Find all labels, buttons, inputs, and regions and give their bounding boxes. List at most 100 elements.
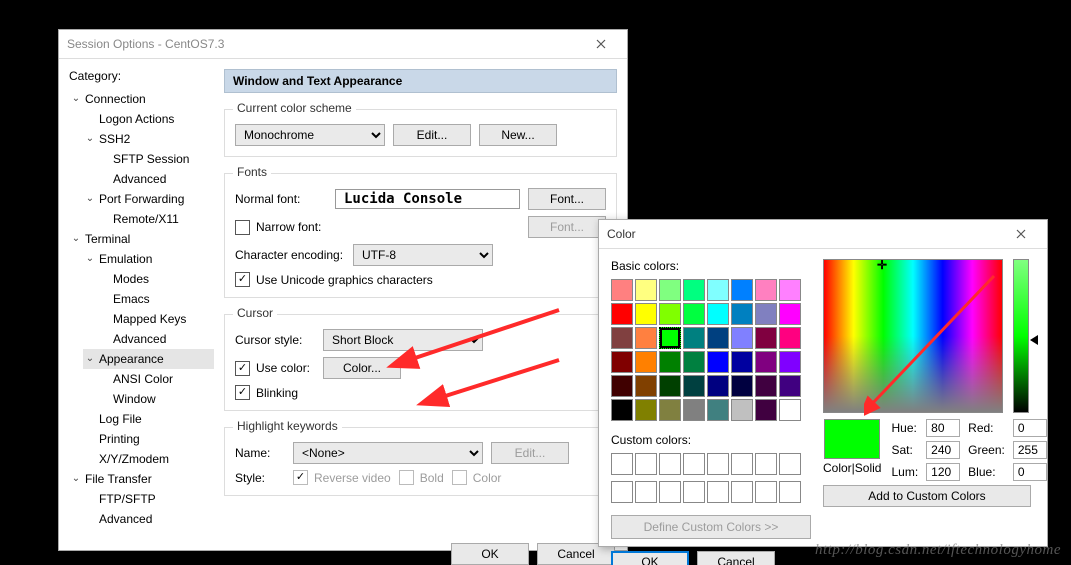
custom-color-swatch[interactable] (707, 453, 729, 475)
color-swatch[interactable] (659, 327, 681, 349)
color-swatch[interactable] (635, 375, 657, 397)
tree-port-forwarding[interactable]: ⌄Port Forwarding (83, 189, 214, 209)
color-ok-button[interactable]: OK (611, 551, 689, 565)
tree-ftp-sftp[interactable]: FTP/SFTP (83, 489, 214, 509)
tree-emulation[interactable]: ⌄Emulation (83, 249, 214, 269)
color-swatch[interactable] (683, 279, 705, 301)
custom-color-swatch[interactable] (683, 481, 705, 503)
color-swatch[interactable] (707, 399, 729, 421)
color-swatch[interactable] (611, 351, 633, 373)
color-swatch[interactable] (611, 375, 633, 397)
custom-color-swatch[interactable] (683, 453, 705, 475)
green-input[interactable] (1013, 441, 1047, 459)
color-swatch[interactable] (755, 303, 777, 325)
luminance-bar[interactable] (1013, 259, 1029, 413)
tree-ft-advanced[interactable]: Advanced (83, 509, 214, 529)
cursor-style-select[interactable]: Short Block (323, 329, 483, 351)
narrow-font-checkbox[interactable]: Narrow font: (235, 220, 321, 235)
scheme-select[interactable]: Monochrome (235, 124, 385, 146)
color-swatch[interactable] (635, 351, 657, 373)
custom-color-swatch[interactable] (635, 453, 657, 475)
color-swatch[interactable] (683, 303, 705, 325)
tree-log-file[interactable]: Log File (83, 409, 214, 429)
unicode-checkbox[interactable]: Use Unicode graphics characters (235, 272, 433, 287)
tree-logon-actions[interactable]: Logon Actions (83, 109, 214, 129)
color-swatch[interactable] (779, 327, 801, 349)
tree-ansi-color[interactable]: ANSI Color (97, 369, 214, 389)
color-swatch[interactable] (731, 279, 753, 301)
hue-input[interactable] (926, 419, 960, 437)
use-color-checkbox[interactable]: Use color: (235, 361, 315, 376)
color-swatch[interactable] (683, 327, 705, 349)
custom-color-swatch[interactable] (755, 453, 777, 475)
color-swatch[interactable] (683, 399, 705, 421)
tree-xyzmodem[interactable]: X/Y/Zmodem (83, 449, 214, 469)
color-swatch[interactable] (659, 303, 681, 325)
custom-color-swatch[interactable] (779, 481, 801, 503)
color-swatch[interactable] (707, 303, 729, 325)
custom-color-swatch[interactable] (779, 453, 801, 475)
sat-input[interactable] (926, 441, 960, 459)
color-cancel-button[interactable]: Cancel (697, 551, 775, 565)
color-swatch[interactable] (635, 303, 657, 325)
color-gradient[interactable]: ✛ (823, 259, 1003, 413)
color-swatch[interactable] (779, 279, 801, 301)
tree-file-transfer[interactable]: ⌄File Transfer (69, 469, 214, 489)
color-swatch[interactable] (659, 375, 681, 397)
hl-name-select[interactable]: <None> (293, 442, 483, 464)
lum-input[interactable] (926, 463, 960, 481)
encoding-select[interactable]: UTF-8 (353, 244, 493, 266)
custom-color-swatch[interactable] (611, 481, 633, 503)
ok-button[interactable]: OK (451, 543, 529, 565)
color-swatch[interactable] (635, 327, 657, 349)
blinking-checkbox[interactable]: Blinking (235, 385, 298, 400)
color-swatch[interactable] (779, 375, 801, 397)
color-swatch[interactable] (707, 351, 729, 373)
scheme-new-button[interactable]: New... (479, 124, 557, 146)
custom-color-swatch[interactable] (635, 481, 657, 503)
tree-mapped-keys[interactable]: Mapped Keys (97, 309, 214, 329)
tree-ssh2[interactable]: ⌄SSH2 (83, 129, 214, 149)
color-swatch[interactable] (731, 351, 753, 373)
tree-printing[interactable]: Printing (83, 429, 214, 449)
color-button[interactable]: Color... (323, 357, 401, 379)
tree-modes[interactable]: Modes (97, 269, 214, 289)
color-swatch[interactable] (611, 399, 633, 421)
color-swatch[interactable] (659, 279, 681, 301)
custom-color-swatch[interactable] (659, 453, 681, 475)
color-swatch[interactable] (611, 327, 633, 349)
tree-terminal[interactable]: ⌄Terminal (69, 229, 214, 249)
custom-color-swatch[interactable] (755, 481, 777, 503)
tree-emacs[interactable]: Emacs (97, 289, 214, 309)
tree-sftp-session[interactable]: SFTP Session (97, 149, 214, 169)
red-input[interactable] (1013, 419, 1047, 437)
color-swatch[interactable] (731, 375, 753, 397)
color-swatch[interactable] (635, 399, 657, 421)
color-swatch[interactable] (659, 351, 681, 373)
color-swatch[interactable] (731, 399, 753, 421)
color-swatch[interactable] (683, 351, 705, 373)
color-swatch[interactable] (683, 375, 705, 397)
color-swatch[interactable] (755, 399, 777, 421)
color-swatch[interactable] (755, 327, 777, 349)
font-button[interactable]: Font... (528, 188, 606, 210)
custom-color-swatch[interactable] (659, 481, 681, 503)
color-swatch[interactable] (755, 375, 777, 397)
color-swatch[interactable] (707, 375, 729, 397)
close-icon[interactable] (583, 30, 619, 58)
custom-color-swatch[interactable] (707, 481, 729, 503)
color-swatch[interactable] (755, 279, 777, 301)
color-swatch[interactable] (731, 303, 753, 325)
color-swatch[interactable] (755, 351, 777, 373)
color-swatch[interactable] (779, 351, 801, 373)
color-swatch[interactable] (779, 399, 801, 421)
color-swatch[interactable] (611, 303, 633, 325)
tree-appearance[interactable]: ⌄Appearance (83, 349, 214, 369)
scheme-edit-button[interactable]: Edit... (393, 124, 471, 146)
color-swatch[interactable] (779, 303, 801, 325)
tree-emulation-advanced[interactable]: Advanced (97, 329, 214, 349)
color-swatch[interactable] (659, 399, 681, 421)
custom-color-swatch[interactable] (731, 453, 753, 475)
tree-ssh2-advanced[interactable]: Advanced (97, 169, 214, 189)
color-swatch[interactable] (635, 279, 657, 301)
